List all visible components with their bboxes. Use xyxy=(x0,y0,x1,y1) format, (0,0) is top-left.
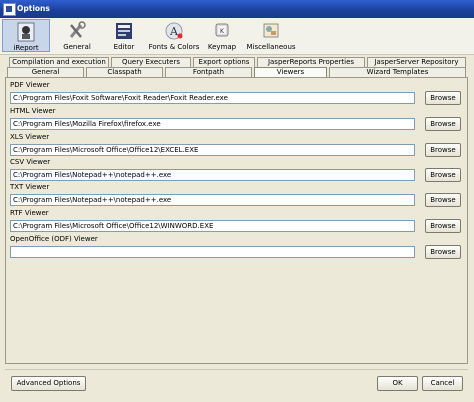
category-editor[interactable]: Editor xyxy=(104,19,144,52)
html-viewer-browse-button[interactable]: Browse xyxy=(425,117,461,131)
options-category-toolbar: iReport General Editor A Fonts & Colors xyxy=(0,18,474,55)
category-miscellaneous[interactable]: Miscellaneous xyxy=(245,19,297,52)
pdf-viewer-path-input[interactable]: C:\Program Files\Foxit Software\Foxit Re… xyxy=(10,92,415,104)
tab-general[interactable]: General xyxy=(7,67,84,77)
category-general[interactable]: General xyxy=(55,19,99,52)
tab-fontpath[interactable]: Fontpath xyxy=(165,67,252,77)
app-icon xyxy=(3,3,16,16)
miscellaneous-icon xyxy=(263,23,279,38)
rtf-viewer-path-input[interactable]: C:\Program Files\Microsoft Office\Office… xyxy=(10,220,415,232)
cancel-button[interactable]: Cancel xyxy=(422,376,463,391)
category-label: Keymap xyxy=(207,43,237,51)
txt-viewer-label: TXT Viewer xyxy=(10,183,50,191)
odf-viewer-label: OpenOffice (ODF) Viewer xyxy=(10,235,98,243)
xls-viewer-label: XLS Viewer xyxy=(10,133,50,141)
txt-viewer-browse-button[interactable]: Browse xyxy=(425,193,461,207)
category-ireport[interactable]: iReport xyxy=(2,19,50,52)
pdf-viewer-label: PDF Viewer xyxy=(10,81,50,89)
pdf-viewer-browse-button[interactable]: Browse xyxy=(425,91,461,105)
fonts-colors-icon: A xyxy=(165,22,183,40)
ok-button[interactable]: OK xyxy=(377,376,418,391)
txt-viewer-path-input[interactable]: C:\Program Files\Notepad++\notepad++.exe xyxy=(10,194,415,206)
rtf-viewer-browse-button[interactable]: Browse xyxy=(425,219,461,233)
ireport-icon xyxy=(17,22,35,42)
csv-viewer-browse-button[interactable]: Browse xyxy=(425,168,461,182)
category-label: General xyxy=(63,43,91,51)
editor-icon xyxy=(116,23,132,39)
tab-jasperserver-repository[interactable]: JasperServer Repository xyxy=(367,57,466,67)
footer-divider xyxy=(5,369,468,370)
advanced-options-button[interactable]: Advanced Options xyxy=(11,376,86,391)
general-tools-icon xyxy=(69,21,86,38)
xls-viewer-path-input[interactable]: C:\Program Files\Microsoft Office\Office… xyxy=(10,144,415,156)
category-label: iReport xyxy=(13,44,39,52)
tab-export-options[interactable]: Export options xyxy=(193,57,255,67)
html-viewer-path-input[interactable]: C:\Program Files\Mozilla Firefox\firefox… xyxy=(10,118,415,130)
category-keymap[interactable]: K Keymap xyxy=(204,19,240,52)
tab-jasperreports-properties[interactable]: JasperReports Properties xyxy=(257,57,365,67)
category-label: Editor xyxy=(113,43,135,51)
rtf-viewer-label: RTF Viewer xyxy=(10,209,49,217)
category-label: Miscellaneous xyxy=(246,43,296,51)
odf-viewer-browse-button[interactable]: Browse xyxy=(425,245,461,259)
keymap-icon: K xyxy=(215,23,229,37)
odf-viewer-path-input[interactable] xyxy=(10,246,415,258)
window-title: Options xyxy=(17,4,50,13)
tab-classpath[interactable]: Classpath xyxy=(86,67,163,77)
tab-query-executers[interactable]: Query Executers xyxy=(111,57,191,67)
viewers-panel: PDF Viewer C:\Program Files\Foxit Softwa… xyxy=(5,77,468,364)
tab-wizard-templates[interactable]: Wizard Templates xyxy=(329,67,466,77)
title-bar: Options xyxy=(0,0,474,18)
csv-viewer-label: CSV Viewer xyxy=(10,158,51,166)
xls-viewer-browse-button[interactable]: Browse xyxy=(425,143,461,157)
tab-compilation-execution[interactable]: Compilation and execution xyxy=(9,57,109,67)
csv-viewer-path-input[interactable]: C:\Program Files\Notepad++\notepad++.exe xyxy=(10,169,415,181)
category-fonts-colors[interactable]: A Fonts & Colors xyxy=(147,19,201,52)
html-viewer-label: HTML Viewer xyxy=(10,107,56,115)
category-label: Fonts & Colors xyxy=(148,43,200,51)
